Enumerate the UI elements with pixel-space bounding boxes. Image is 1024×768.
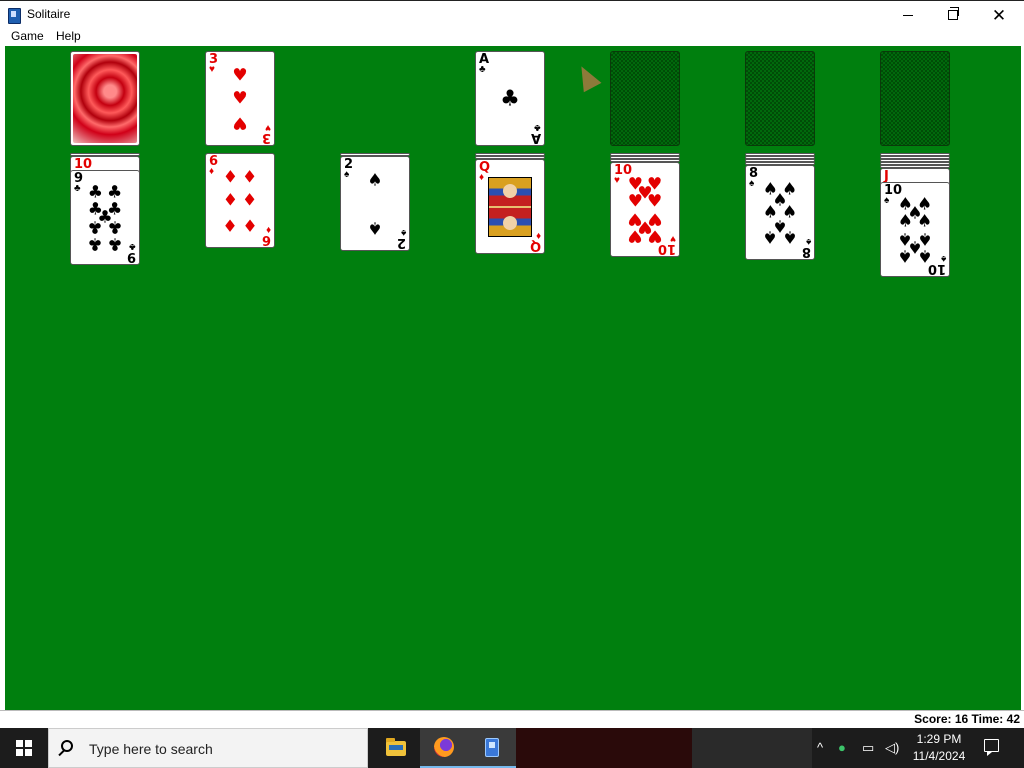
tableau-6-card[interactable]: 8 ♠ 8 ♠ ♠ ♠ ♠ ♠ ♠ ♠ ♠ ♠ (745, 165, 815, 260)
menu-bar: Game Help (0, 28, 1024, 46)
taskbar-clock[interactable]: 1:29 PM 11/4/2024 (908, 731, 970, 765)
people-icon[interactable]: ● (838, 740, 846, 756)
suit-pip-icon: ♠ (897, 245, 914, 266)
suit-pip-icon: ♣ (87, 233, 104, 254)
taskbar-file-explorer[interactable] (372, 728, 420, 768)
maximize-button[interactable] (930, 1, 976, 29)
clock-time: 1:29 PM (916, 732, 962, 746)
close-icon: ✕ (991, 5, 1007, 25)
suit-pip-icon: ♦ (222, 167, 239, 188)
card-suit-icon: ♣ (479, 64, 486, 75)
suit-pip-icon: ♦ (241, 214, 258, 235)
card-suit-icon: ♦ (209, 166, 215, 177)
suit-pip-icon: ♠ (781, 226, 798, 247)
card-suit-icon: ♠ (344, 169, 350, 180)
start-button[interactable] (0, 728, 48, 768)
window-title: Solitaire (27, 7, 71, 21)
close-button[interactable]: ✕ (976, 1, 1022, 29)
foundation-3-empty[interactable] (745, 51, 815, 146)
network-icon[interactable]: ▭ (862, 740, 874, 756)
taskbar-empty-area-2 (692, 728, 812, 768)
foundation-4-empty[interactable] (880, 51, 950, 146)
suit-pip-icon: ♦ (241, 167, 258, 188)
card-suit-icon-bottom: ♦ (535, 230, 541, 241)
tableau-7-card[interactable]: 10 ♠ 10 ♠ ♠ ♠ ♠ ♠ ♠ ♠ ♠ ♠ ♠ ♠ (880, 182, 950, 277)
suit-pip-icon: ♠ (367, 170, 383, 191)
taskbar: Type here to search ^ ● ▭ ◁) 1:29 PM 11/… (0, 728, 1024, 768)
card-back-art (73, 54, 137, 143)
suit-pip-icon: ♥ (232, 112, 248, 133)
suit-pip-icon: ♠ (916, 245, 933, 266)
taskbar-solitaire[interactable] (468, 728, 516, 768)
volume-icon[interactable]: ◁) (885, 740, 899, 756)
foundation-1[interactable]: A ♣ A ♣ ♣ (475, 51, 545, 146)
clock-date: 11/4/2024 (912, 749, 966, 763)
suit-pip-icon: ♦ (241, 190, 258, 211)
card-suit-icon-bottom: ♠ (805, 236, 811, 247)
solitaire-icon (485, 737, 499, 757)
tableau-5-card[interactable]: 10 ♥ 10 ♥ ♥ ♥ ♥ ♥ ♥ ♥ ♥ ♥ ♥ ♥ (610, 162, 680, 257)
card-suit-icon: ♥ (614, 175, 620, 186)
tableau-1-card[interactable]: 9 ♣ 9 ♣ ♣ ♣ ♣ ♣ ♣ ♣ ♣ ♣ ♣ (70, 170, 140, 265)
menu-game[interactable]: Game (11, 29, 44, 43)
card-suit-icon-bottom: ♦ (265, 224, 271, 235)
title-bar[interactable]: Solitaire ✕ (0, 0, 1024, 28)
card-suit-icon: ♦ (479, 172, 485, 183)
tableau-3-card[interactable]: 2 ♠ 2 ♠ ♠ ♠ (340, 156, 410, 251)
game-board[interactable]: 3♥3♥♥♥♥A♣A♣♣10♥10♥♥♥♥♥♥♥♥♥♥♥9♣9♣♣♣♣♣♣♣♣♣… (5, 46, 1021, 710)
windows-logo-icon (16, 740, 32, 756)
card-suit-icon: ♠ (884, 195, 890, 206)
search-placeholder: Type here to search (89, 741, 213, 757)
minimize-button[interactable] (885, 1, 931, 29)
chevron-up-icon[interactable]: ^ (817, 740, 823, 756)
card-suit-icon: ♣ (74, 183, 81, 194)
card-suit-icon-bottom: ♥ (265, 122, 271, 133)
suit-pip-icon: ♥ (646, 225, 663, 246)
card-suit-icon: ♥ (209, 64, 215, 75)
suit-pip-icon: ♥ (627, 225, 644, 246)
suit-pip-icon: ♦ (222, 214, 239, 235)
solitaire-window: Solitaire ✕ Game Help 3♥3♥♥♥♥A♣A♣♣10♥10♥… (0, 0, 1024, 728)
suit-pip-icon: ♣ (106, 216, 123, 237)
restore-icon (948, 7, 959, 20)
tableau-2-card[interactable]: 6 ♦ 6 ♦ ♦ ♦ ♦ ♦ ♦ ♦ (205, 153, 275, 248)
tableau-4-card[interactable]: Q ♦ Q ♦ (475, 159, 545, 254)
stock-pile[interactable] (70, 51, 140, 146)
taskbar-empty-area (516, 728, 692, 768)
firefox-icon (434, 737, 454, 757)
card-suit-icon-bottom: ♠ (400, 227, 406, 238)
card-suit-icon-bottom: ♣ (129, 241, 136, 252)
card-suit-icon-bottom: ♣ (534, 122, 541, 133)
suit-pip-icon: ♣ (87, 216, 104, 237)
notification-icon[interactable] (984, 739, 999, 756)
waste-card[interactable]: 3 ♥ 3 ♥ ♥ ♥ ♥ (205, 51, 275, 146)
status-bar: Score: 16 Time: 42 (0, 710, 1024, 728)
suit-pip-icon: ♣ (106, 233, 123, 254)
menu-help[interactable]: Help (56, 29, 81, 43)
score-time-readout: Score: 16 Time: 42 (914, 712, 1020, 726)
suit-pip-icon: ♠ (762, 226, 779, 247)
suit-pip-icon: ♦ (222, 190, 239, 211)
minimize-icon (903, 14, 913, 16)
solitaire-app-icon (8, 8, 21, 24)
suit-pip-icon: ♥ (232, 65, 248, 86)
suit-pip-icon: ♣ (500, 86, 520, 112)
card-suit-icon-bottom: ♥ (670, 233, 676, 244)
suit-pip-icon: ♥ (232, 88, 248, 109)
taskbar-search-box[interactable]: Type here to search (48, 728, 368, 768)
file-explorer-icon (386, 737, 406, 756)
card-suit-icon: ♠ (749, 178, 755, 189)
card-suit-icon-bottom: ♠ (940, 253, 946, 264)
search-icon (61, 740, 73, 752)
foundation-2-empty[interactable] (610, 51, 680, 146)
taskbar-firefox[interactable] (420, 728, 468, 768)
face-card-art (488, 177, 532, 237)
suit-pip-icon: ♠ (367, 217, 383, 238)
